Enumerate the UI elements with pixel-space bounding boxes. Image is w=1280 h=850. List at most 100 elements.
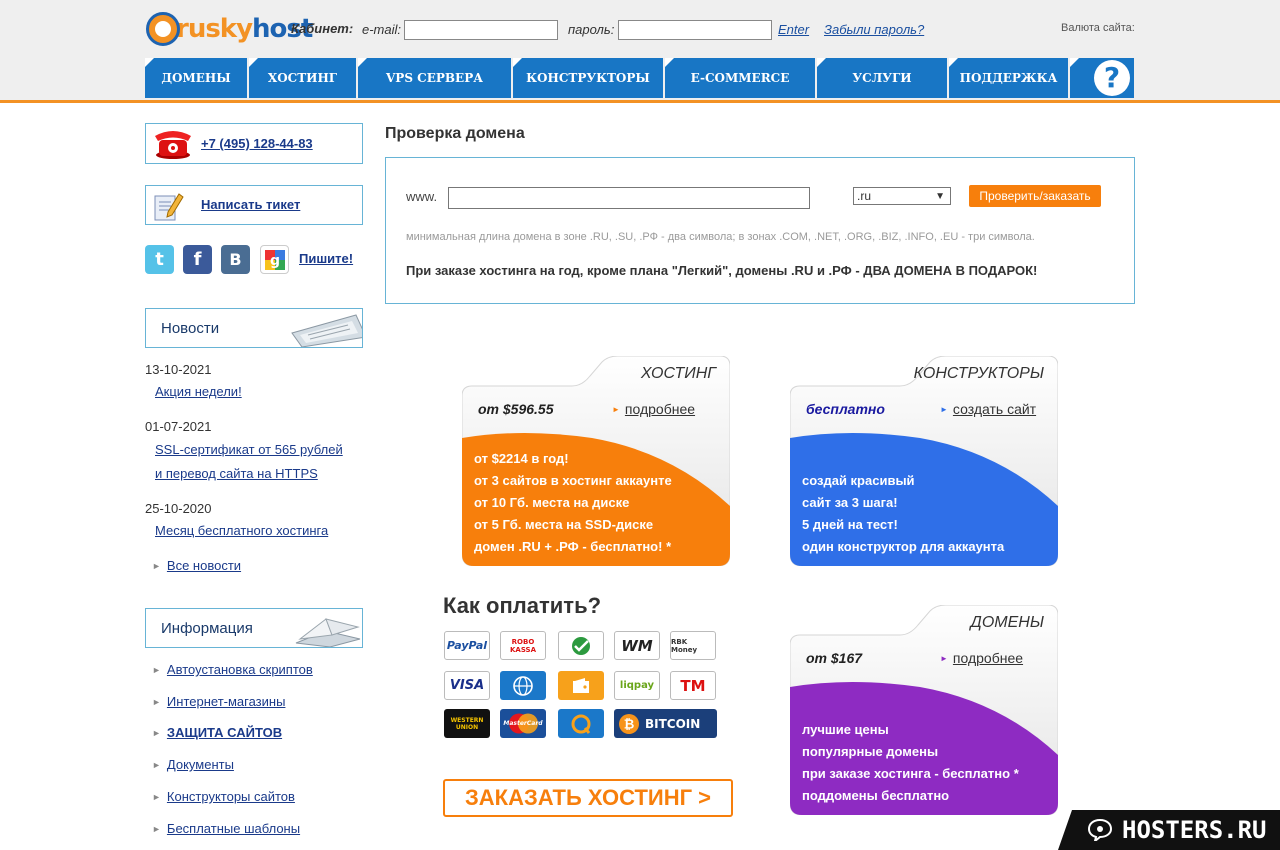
bitcoin-logo-icon: ₿ <box>619 713 639 734</box>
phone-link[interactable]: +7 (495) 128-44-83 <box>201 136 313 151</box>
builders-card-create-link[interactable]: ► создать сайт <box>940 401 1036 417</box>
news-date: 13-10-2021 <box>145 362 212 377</box>
email-label: e-mail: <box>362 22 402 37</box>
domain-input[interactable] <box>448 187 810 209</box>
nav-item-hosting[interactable]: ХОСТИНГ <box>249 58 356 98</box>
domains-card-features: лучшие цены популярные домены при заказе… <box>802 722 1019 803</box>
wallet-icon <box>573 677 589 693</box>
wm-icon: WM <box>614 631 660 660</box>
chevron-down-icon: ▼ <box>935 191 945 202</box>
info-link-builders[interactable]: ► Конструкторы сайтов <box>152 789 295 804</box>
sberbank-logo-icon <box>572 636 590 655</box>
news-date: 25-10-2020 <box>145 501 212 516</box>
bullet-arrow-icon: ► <box>152 760 161 770</box>
bullet-arrow-icon: ► <box>940 405 948 414</box>
news-link[interactable]: Месяц бесплатного хостинга <box>155 519 328 543</box>
www-label: www. <box>406 189 438 204</box>
liqpay-icon: liqpay <box>614 671 660 700</box>
globe-icon <box>513 675 533 696</box>
write-us-link[interactable]: Пишите! <box>299 251 353 266</box>
yandex-money-icon <box>558 671 604 700</box>
bullet-arrow-icon: ► <box>940 654 948 663</box>
nav-item-support[interactable]: ПОДДЕРЖКА <box>949 58 1068 98</box>
info-link-shops[interactable]: ► Интернет-магазины <box>152 694 285 709</box>
site-logo[interactable]: ruskyhost <box>146 10 313 48</box>
bullet-arrow-icon: ► <box>152 728 161 738</box>
bullet-arrow-icon: ► <box>612 405 620 414</box>
hosting-card-more-link[interactable]: ► подробнее <box>612 401 695 417</box>
webmoney-icon <box>500 671 546 700</box>
nav-item-ecommerce[interactable]: E-COMMERCE <box>665 58 815 98</box>
vk-icon[interactable]: B <box>221 245 250 274</box>
footnote-link[interactable]: * <box>1014 766 1019 781</box>
cabinet-label: Кабинет: <box>291 21 354 36</box>
password-input[interactable] <box>618 20 772 40</box>
domain-check-title: Проверка домена <box>385 125 525 142</box>
tm-icon: TM <box>670 671 716 700</box>
news-header: Новости <box>145 308 363 348</box>
bullet-arrow-icon: ► <box>152 824 161 834</box>
ticket-box: Написать тикет <box>145 185 363 225</box>
nav-item-vps[interactable]: VPS СЕРВЕРА <box>358 58 511 98</box>
info-link-templates[interactable]: ► Бесплатные шаблоны <box>152 821 300 836</box>
hosting-card-price: от $596.55 <box>478 401 554 417</box>
builders-card-price: бесплатно <box>806 401 885 417</box>
rbk-money-icon: RBK Money <box>670 631 716 660</box>
all-news-link[interactable]: ► Все новости <box>152 558 241 573</box>
visa-icon: VISA <box>444 671 490 700</box>
currency-label: Валюта сайта: <box>1061 22 1135 34</box>
qiwi-icon <box>558 709 604 738</box>
forgot-password-link[interactable]: Забыли пароль? <box>824 22 924 37</box>
bitcoin-icon: ₿ BITCOIN <box>614 709 717 738</box>
builders-card-features: создай красивый сайт за 3 шага! 5 дней н… <box>802 473 1005 554</box>
question-icon: ? <box>1094 60 1130 96</box>
payment-title: Как оплатить? <box>443 593 602 618</box>
builders-card-promo-link[interactable]: создай красивый <box>802 473 915 488</box>
newspaper-icon <box>291 314 362 347</box>
nav-help-button[interactable]: ? <box>1070 58 1134 98</box>
bullet-arrow-icon: ► <box>152 665 161 675</box>
builders-card-promo-link[interactable]: сайт за 3 шага! <box>802 495 898 510</box>
write-ticket-link[interactable]: Написать тикет <box>201 197 300 212</box>
news-link[interactable]: и перевод сайта на HTTPS <box>155 462 318 486</box>
hosting-card-features: от $2214 в год! от 3 сайтов в хостинг ак… <box>474 451 672 554</box>
news-date: 01-07-2021 <box>145 419 212 434</box>
logo-swirl-icon <box>146 12 180 46</box>
robokassa-icon: ROBO KASSA <box>500 631 546 660</box>
news-title: Новости <box>161 320 220 337</box>
google-icon[interactable]: g <box>260 245 289 274</box>
info-link-documents[interactable]: ► Документы <box>152 757 234 772</box>
hosting-card[interactable]: ХОСТИНГ от $596.55 ► подробнее от $2214 в… <box>462 356 730 566</box>
info-link-scripts[interactable]: ► Автоустановка скриптов <box>152 662 313 677</box>
hosters-watermark: HOSTERS.RU <box>1058 810 1280 850</box>
check-order-button[interactable]: Проверить/заказать <box>969 185 1101 207</box>
domain-hint: минимальная длина домена в зоне .RU, .SU… <box>406 231 1035 243</box>
enter-link[interactable]: Enter <box>778 22 809 37</box>
footnote-link[interactable]: * <box>666 539 671 554</box>
zone-select[interactable]: .ru ▼ <box>853 187 951 205</box>
domains-card-more-link[interactable]: ► подробнее <box>940 650 1023 666</box>
phone-icon <box>155 131 191 159</box>
bullet-arrow-icon: ► <box>152 697 161 707</box>
nav-item-domains[interactable]: ДОМЕНЫ <box>145 58 247 98</box>
nav-item-services[interactable]: УСЛУГИ <box>817 58 947 98</box>
email-input[interactable] <box>404 20 558 40</box>
bullet-arrow-icon: ► <box>152 792 161 802</box>
builders-card[interactable]: КОНСТРУКТОРЫ бесплатно ► создать сайт соз… <box>790 356 1058 566</box>
info-link-protection[interactable]: ► ЗАЩИТА САЙТОВ <box>152 725 282 740</box>
google-logo-icon: g <box>264 249 285 270</box>
ticket-icon <box>154 193 184 221</box>
nav-item-builders[interactable]: КОНСТРУКТОРЫ <box>513 58 663 98</box>
news-link[interactable]: Акция недели! <box>155 380 242 404</box>
domains-card-price: от $167 <box>806 650 863 666</box>
order-hosting-button[interactable]: ЗАКАЗАТЬ ХОСТИНГ > <box>443 779 733 817</box>
western-union-icon: WESTERN UNION <box>444 709 490 738</box>
facebook-icon[interactable]: f <box>183 245 212 274</box>
domains-card[interactable]: ДОМЕНЫ от $167 ► подробнее лучшие цены по… <box>790 605 1058 815</box>
news-link[interactable]: SSL-сертификат от 565 рублей <box>155 438 343 462</box>
paypal-icon: PayPal <box>444 631 490 660</box>
domain-promo: При заказе хостинга на год, кроме плана … <box>406 263 1038 278</box>
twitter-icon[interactable]: t <box>145 245 174 274</box>
password-label: пароль: <box>568 22 615 37</box>
qiwi-logo-icon <box>571 714 591 734</box>
